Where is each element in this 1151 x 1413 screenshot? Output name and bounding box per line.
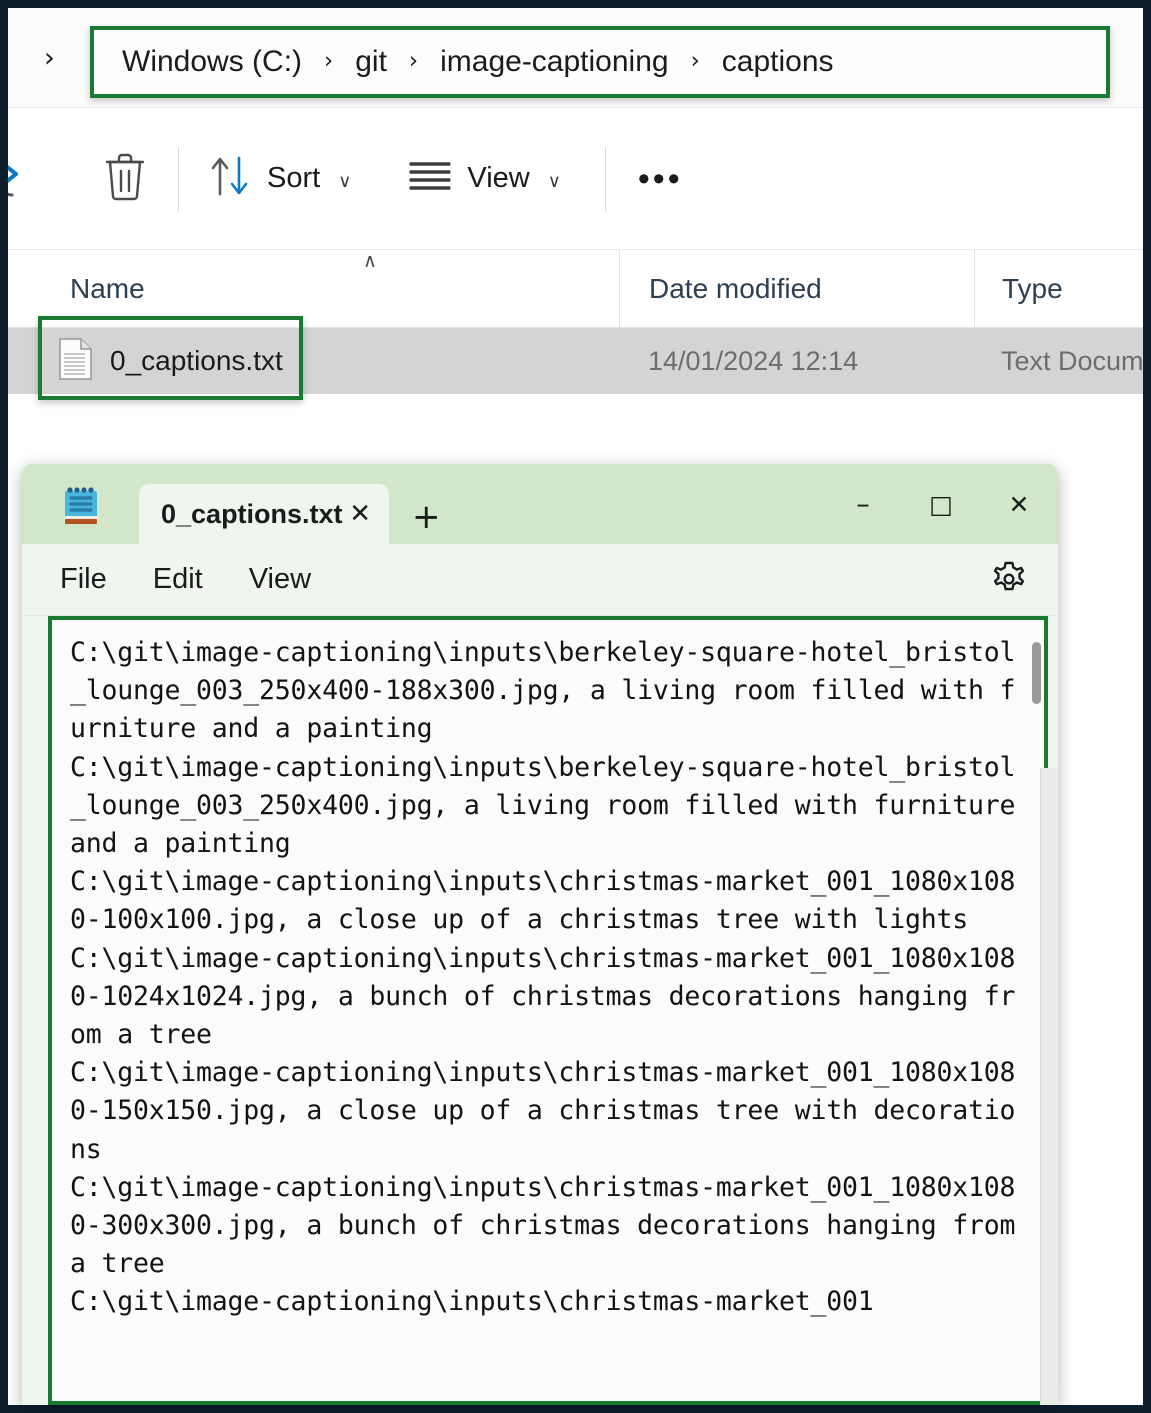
breadcrumb-item-git[interactable]: git [355, 45, 387, 79]
tab-0-captions-txt[interactable]: 0_captions.txt ✕ [139, 484, 389, 544]
new-tab-button[interactable]: + [412, 500, 441, 534]
command-toolbar: Sort ∨ View ∨ ••• [8, 108, 1143, 250]
see-more-button[interactable]: ••• [620, 162, 701, 196]
column-header-name[interactable]: Name [8, 250, 619, 327]
list-lines-icon [407, 156, 453, 201]
close-icon[interactable]: ✕ [349, 501, 371, 527]
screenshot-root: › Windows (C:) › git › image-captioning … [0, 0, 1151, 1413]
file-name-label: 0_captions.txt [110, 345, 283, 376]
address-bar: › Windows (C:) › git › image-captioning … [8, 8, 1143, 108]
tab-label: 0_captions.txt [161, 498, 343, 529]
breadcrumb-overflow-chevron-icon[interactable]: › [44, 44, 55, 71]
gear-icon[interactable] [988, 559, 1030, 601]
notepad-outer-scrollbar[interactable] [1040, 768, 1058, 1405]
column-header-date-modified[interactable]: Date modified [619, 250, 974, 327]
text-editor-highlight: C:\git\image-captioning\inputs\berkeley-… [48, 616, 1048, 1405]
toolbar-divider [178, 146, 179, 211]
chevron-right-icon: › [324, 48, 334, 74]
minimize-button[interactable]: – [824, 464, 902, 544]
maximize-button[interactable]: □ [902, 464, 980, 544]
breadcrumb-item-captions[interactable]: captions [722, 45, 834, 79]
column-header-type[interactable]: Type [974, 250, 1143, 327]
chevron-right-icon: › [408, 48, 419, 74]
sort-ascending-icon: ∧ [363, 250, 377, 272]
chevron-down-icon: ∨ [338, 171, 352, 192]
view-label: View [467, 162, 530, 194]
notepad-window: 0_captions.txt ✕ + – □ ✕ File Edit View [22, 464, 1058, 1405]
text-file-icon [58, 337, 92, 385]
delete-button[interactable] [86, 140, 164, 217]
column-headers: ∧ Name Date modified Type [8, 250, 1143, 328]
breadcrumb[interactable]: Windows (C:) › git › image-captioning › … [90, 26, 1110, 98]
text-editor-content[interactable]: C:\git\image-captioning\inputs\berkeley-… [70, 634, 1016, 1322]
sort-arrows-icon [209, 152, 253, 205]
file-name-cell: 0_captions.txt [8, 337, 619, 385]
notepad-editor-area: C:\git\image-captioning\inputs\berkeley-… [22, 616, 1058, 1405]
breadcrumb-item-image-captioning[interactable]: image-captioning [440, 45, 668, 79]
sort-button[interactable]: Sort ∨ [193, 142, 367, 215]
file-date-modified: 14/01/2024 12:14 [648, 345, 859, 376]
notepad-title-bar: 0_captions.txt ✕ + – □ ✕ [22, 464, 1058, 544]
file-type: Text Document [1001, 345, 1143, 376]
breadcrumb-item-windows-c[interactable]: Windows (C:) [122, 45, 302, 79]
file-list: 0_captions.txt 14/01/2024 12:14 Text Doc… [8, 316, 1143, 428]
toolbar-divider [604, 146, 606, 211]
notepad-menu-bar: File Edit View [22, 544, 1058, 616]
chevron-down-icon: ∨ [547, 171, 561, 192]
sort-label: Sort [267, 162, 321, 194]
share-icon[interactable] [8, 157, 34, 201]
table-row[interactable]: 0_captions.txt 14/01/2024 12:14 Text Doc… [8, 316, 1143, 400]
editor-scrollbar-thumb[interactable] [1032, 642, 1041, 704]
trash-icon [102, 150, 148, 207]
chevron-right-icon: › [690, 48, 700, 74]
menu-item-edit[interactable]: Edit [153, 563, 203, 596]
close-button[interactable]: ✕ [980, 464, 1058, 544]
view-button[interactable]: View ∨ [391, 146, 577, 211]
notepad-icon [61, 485, 101, 527]
menu-item-file[interactable]: File [60, 563, 107, 596]
menu-item-view[interactable]: View [249, 563, 311, 596]
window-controls: – □ ✕ [824, 464, 1058, 544]
